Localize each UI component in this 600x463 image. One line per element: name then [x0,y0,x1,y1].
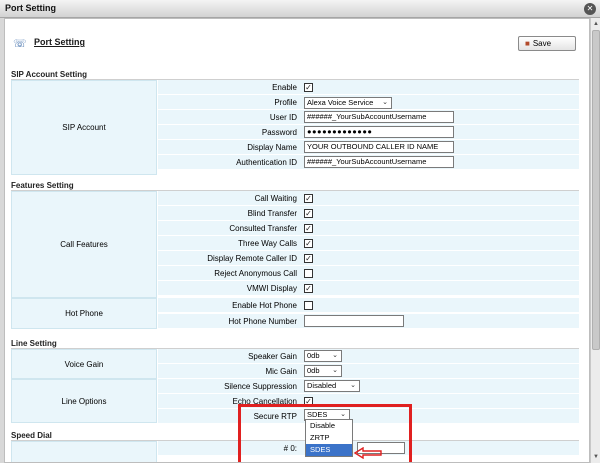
speaker-gain-value: 0db [307,351,320,360]
control-cell [302,206,579,221]
control-cell [302,281,579,296]
control-cell [302,349,579,364]
label-profile: Profile [158,95,302,110]
label-display-remote-caller-id: Display Remote Caller ID [158,251,302,266]
group-label-hot-phone: Hot Phone [11,298,157,329]
group-label-text: Hot Phone [65,309,103,318]
password-input[interactable]: ●●●●●●●●●●●●● [304,126,454,138]
label-reject-anonymous-call: Reject Anonymous Call [158,266,302,281]
label-silence-suppression: Silence Suppression [158,379,302,394]
save-button[interactable]: ■ Save [518,36,576,51]
blind-transfer-checkbox[interactable]: ✓ [304,209,313,218]
chevron-down-icon: ⌄ [332,352,338,359]
scroll-up-icon[interactable]: ▲ [592,20,600,28]
vmwi-display-checkbox[interactable]: ✓ [304,284,313,293]
group-label-sip-account: SIP Account [11,80,157,175]
window-title: Port Setting [5,3,56,13]
reject-anonymous-call-checkbox[interactable] [304,269,313,278]
group-label-text: Line Options [61,396,107,406]
mic-gain-select[interactable]: 0db ⌄ [304,365,342,377]
label-hot-phone-number: Hot Phone Number [158,314,302,329]
chevron-down-icon: ⌄ [382,99,388,106]
arrow-left-icon [353,447,382,459]
profile-select-value: Alexa Voice Service [307,98,374,107]
chevron-down-icon: ⌄ [350,382,356,389]
close-icon[interactable]: ✕ [584,3,596,15]
group-label-text: Voice Gain [64,359,104,369]
window-titlebar: Port Setting ✕ [0,0,600,18]
group-label-speed-dial [11,441,157,462]
label-enable: Enable [158,80,302,95]
label-call-waiting: Call Waiting [158,191,302,206]
three-way-calls-checkbox[interactable]: ✓ [304,239,313,248]
label-display-name: Display Name [158,140,302,155]
scroll-down-icon[interactable]: ▼ [592,453,600,461]
authentication-id-input[interactable]: ######_YourSubAccountUsername [304,156,454,168]
section-title-sip-account: SIP Account Setting [11,70,88,79]
vertical-scrollbar[interactable]: ▲ ▼ [590,18,600,463]
control-cell [302,221,579,236]
control-cell [302,80,579,95]
display-name-input[interactable]: YOUR OUTBOUND CALLER ID NAME [304,141,454,153]
label-consulted-transfer: Consulted Transfer [158,221,302,236]
control-cell [302,191,579,206]
group-label-call-features: Call Features [11,191,157,298]
control-cell [302,298,579,313]
label-enable-hot-phone: Enable Hot Phone [158,298,302,313]
silence-suppression-value: Disabled [307,381,337,390]
floppy-disk-icon: ■ [525,39,530,48]
label-mic-gain: Mic Gain [158,364,302,379]
display-remote-caller-id-checkbox[interactable]: ✓ [304,254,313,263]
enable-checkbox[interactable]: ✓ [304,83,313,92]
label-user-id: User ID [158,110,302,125]
section-title-speed-dial: Speed Dial [11,431,52,440]
control-cell [302,266,579,281]
save-button-label: Save [532,39,552,48]
label-blind-transfer: Blind Transfer [158,206,302,221]
chevron-down-icon: ⌄ [332,367,338,374]
control-cell [302,236,579,251]
group-label-voice-gain: Voice Gain [11,349,157,379]
user-id-input[interactable]: ######_YourSubAccountUsername [304,111,454,123]
label-three-way-calls: Three Way Calls [158,236,302,251]
speaker-gain-select[interactable]: 0db ⌄ [304,350,342,362]
control-cell [302,364,579,379]
group-label-text: Call Features [60,240,108,249]
hot-phone-number-input[interactable] [304,315,404,327]
label-vmwi-display: VMWI Display [158,281,302,296]
profile-select[interactable]: Alexa Voice Service ⌄ [304,97,392,109]
label-speaker-gain: Speaker Gain [158,349,302,364]
enable-hot-phone-checkbox[interactable] [304,301,313,310]
label-password: Password [158,125,302,140]
section-title-features: Features Setting [11,181,74,190]
consulted-transfer-checkbox[interactable]: ✓ [304,224,313,233]
control-cell [302,251,579,266]
page-title[interactable]: Port Setting [34,37,85,47]
scroll-thumb[interactable] [592,30,600,350]
mic-gain-value: 0db [307,366,320,375]
call-waiting-checkbox[interactable]: ✓ [304,194,313,203]
label-authentication-id: Authentication ID [158,155,302,170]
group-label-line-options: Line Options [11,379,157,423]
highlight-annotation-box [238,404,412,462]
port-setting-panel: ☏ Port Setting ■ Save SIP Account Setting… [4,18,590,463]
phone-settings-icon: ☏ [13,38,27,50]
silence-suppression-select[interactable]: Disabled ⌄ [304,380,360,392]
group-label-text: SIP Account [62,123,106,132]
section-title-line: Line Setting [11,339,57,348]
